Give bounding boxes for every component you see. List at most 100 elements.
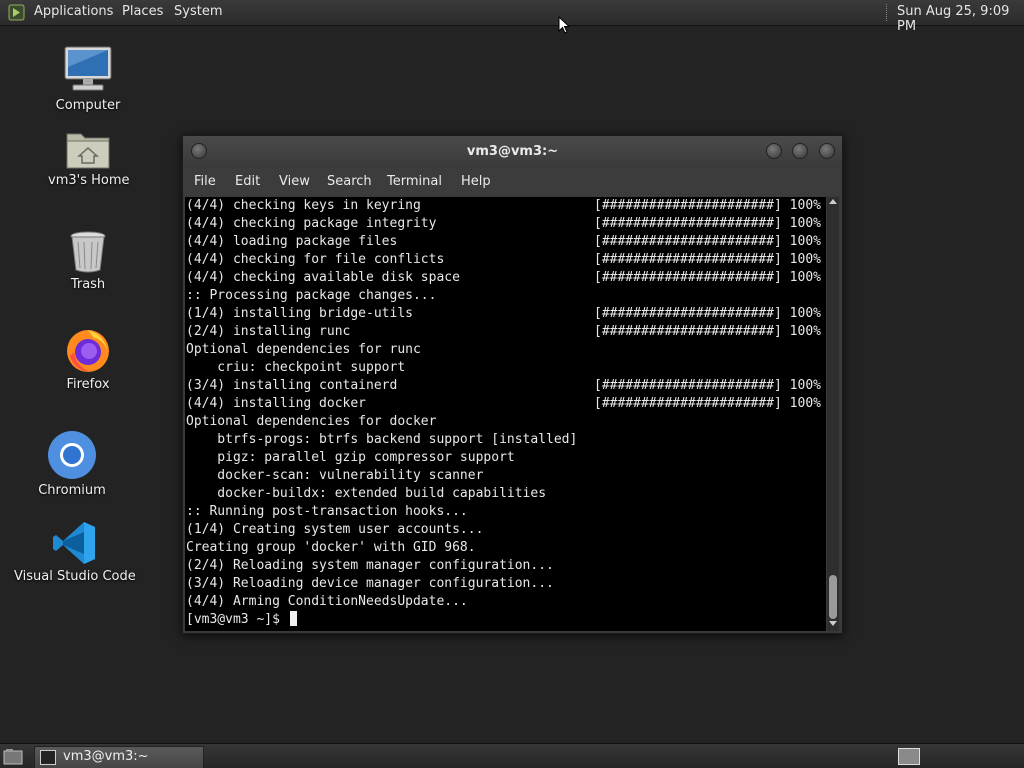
desktop-icon-label: vm3's Home <box>48 173 130 188</box>
bottom-panel: vm3@vm3:~ <box>0 743 1024 768</box>
terminal-lines: (4/4) checking keys in keyring [#########… <box>185 197 826 611</box>
terminal-line-text: docker-scan: vulnerability scanner <box>186 468 484 483</box>
terminal-line-text: btrfs-progs: btrfs backend support [inst… <box>186 432 578 447</box>
progress-bar-text: [######################] 100% <box>594 234 821 249</box>
top-panel: Applications Places System Sun Aug 25, 9… <box>0 0 1024 34</box>
taskbar-window-button[interactable]: vm3@vm3:~ <box>34 746 204 768</box>
desktop-icon-trash[interactable]: Trash <box>52 230 124 292</box>
progress-bar-text: [######################] 100% <box>594 378 821 393</box>
terminal-line: (4/4) loading package files [############… <box>185 233 826 251</box>
terminal-prompt-line[interactable]: [vm3@vm3 ~]$ <box>185 611 826 629</box>
progress-bar-text: [######################] 100% <box>594 252 821 267</box>
menu-help[interactable]: Help <box>461 174 491 189</box>
terminal-line-text: (4/4) checking available disk space <box>186 270 460 285</box>
maximize-button[interactable] <box>792 143 808 159</box>
close-button[interactable] <box>819 143 835 159</box>
desktop-icon-home[interactable]: vm3's Home <box>48 128 130 188</box>
desktop-icon-computer[interactable]: Computer <box>52 45 124 113</box>
progress-bar-text: [######################] 100% <box>594 198 821 213</box>
terminal-output[interactable]: (4/4) checking keys in keyring [#########… <box>185 197 826 631</box>
scrollbar-thumb[interactable] <box>829 575 837 619</box>
progress-bar-text: [######################] 100% <box>594 270 821 285</box>
terminal-line-text: (4/4) loading package files <box>186 234 398 249</box>
terminal-line-text: (4/4) checking package integrity <box>186 216 437 231</box>
terminal-line-text: Creating group 'docker' with GID 968. <box>186 540 476 555</box>
text-cursor <box>289 611 297 626</box>
terminal-line: Optional dependencies for docker <box>185 413 826 431</box>
desktop-icon-label: Firefox <box>66 377 110 392</box>
menu-search[interactable]: Search <box>327 174 372 189</box>
menu-edit[interactable]: Edit <box>235 174 260 189</box>
places-menu[interactable]: Places <box>122 4 163 19</box>
terminal-line: (3/4) Reloading device manager configura… <box>185 575 826 593</box>
terminal-line-text: (1/4) installing bridge-utils <box>186 306 413 321</box>
terminal-line-text: (4/4) checking for file conflicts <box>186 252 445 267</box>
terminal-prompt: [vm3@vm3 ~]$ <box>186 612 288 627</box>
terminal-line: pigz: parallel gzip compressor support <box>185 449 826 467</box>
terminal-line-text: (2/4) installing runc <box>186 324 351 339</box>
scroll-up-arrow-icon[interactable] <box>829 199 837 204</box>
desktop-icon-label: Visual Studio Code <box>14 569 136 584</box>
computer-icon <box>64 46 112 91</box>
terminal-line: (3/4) installing containerd [############… <box>185 377 826 395</box>
terminal-line-text: :: Running post-transaction hooks... <box>186 504 468 519</box>
progress-bar-text: [######################] 100% <box>594 216 821 231</box>
terminal-scrollbar[interactable] <box>827 197 839 631</box>
terminal-line: (4/4) installing docker [################… <box>185 395 826 413</box>
chromium-icon <box>48 431 96 479</box>
terminal-line: :: Processing package changes... <box>185 287 826 305</box>
terminal-line: (2/4) Reloading system manager configura… <box>185 557 826 575</box>
menu-view[interactable]: View <box>279 174 310 189</box>
terminal-line-text: (3/4) Reloading device manager configura… <box>186 576 554 591</box>
scroll-down-arrow-icon[interactable] <box>829 621 837 626</box>
firefox-icon <box>67 330 109 372</box>
desktop-icon-label: Chromium <box>38 483 106 498</box>
menu-terminal[interactable]: Terminal <box>387 174 442 189</box>
panel-separator <box>886 4 889 21</box>
menu-file[interactable]: File <box>194 174 216 189</box>
terminal-line: (4/4) checking for file conflicts [######… <box>185 251 826 269</box>
terminal-line-text: :: Processing package changes... <box>186 288 437 303</box>
window-title: vm3@vm3:~ <box>466 144 559 159</box>
terminal-line: :: Running post-transaction hooks... <box>185 503 826 521</box>
trash-icon <box>70 231 106 273</box>
terminal-line-text: Optional dependencies for runc <box>186 342 421 357</box>
terminal-icon <box>40 750 56 765</box>
vscode-icon <box>53 522 95 564</box>
terminal-line: docker-scan: vulnerability scanner <box>185 467 826 485</box>
window-titlebar[interactable]: vm3@vm3:~ <box>183 136 842 168</box>
terminal-line: (4/4) checking available disk space [####… <box>185 269 826 287</box>
terminal-line: (2/4) installing runc [##################… <box>185 323 826 341</box>
terminal-line-text: (4/4) checking keys in keyring <box>186 198 421 213</box>
desktop-icon-chromium[interactable]: Chromium <box>36 430 108 498</box>
progress-bar-text: [######################] 100% <box>594 324 821 339</box>
terminal-menubar: File Edit View Search Terminal Help <box>183 168 842 196</box>
terminal-line: docker-buildx: extended build capabiliti… <box>185 485 826 503</box>
desktop-icon-label: Computer <box>55 98 121 113</box>
applications-menu-icon[interactable] <box>8 4 25 21</box>
terminal-line-text: criu: checkpoint support <box>186 360 406 375</box>
progress-bar-text: [######################] 100% <box>594 306 821 321</box>
desktop-icon-firefox[interactable]: Firefox <box>52 326 124 392</box>
show-desktop-icon[interactable] <box>3 748 23 765</box>
terminal-line: (4/4) checking package integrity [#######… <box>185 215 826 233</box>
terminal-line: Creating group 'docker' with GID 968. <box>185 539 826 557</box>
desktop-icon-label: Trash <box>70 277 106 292</box>
terminal-line-text: (1/4) Creating system user accounts... <box>186 522 484 537</box>
minimize-button[interactable] <box>766 143 782 159</box>
terminal-line-text: (3/4) installing containerd <box>186 378 398 393</box>
clock[interactable]: Sun Aug 25, 9:09 PM <box>897 4 1024 34</box>
terminal-line-text: pigz: parallel gzip compressor support <box>186 450 515 465</box>
desktop-icon-vscode[interactable]: Visual Studio Code <box>14 520 136 584</box>
terminal-line: (1/4) Creating system user accounts... <box>185 521 826 539</box>
terminal-line: (4/4) checking keys in keyring [#########… <box>185 197 826 215</box>
applications-menu[interactable]: Applications <box>34 4 113 19</box>
terminal-line: (1/4) installing bridge-utils [##########… <box>185 305 826 323</box>
workspace-switcher[interactable] <box>898 748 920 765</box>
terminal-line: btrfs-progs: btrfs backend support [inst… <box>185 431 826 449</box>
system-menu[interactable]: System <box>174 4 222 19</box>
terminal-line-text: (4/4) Arming ConditionNeedsUpdate... <box>186 594 468 609</box>
terminal-line: criu: checkpoint support <box>185 359 826 377</box>
terminal-window[interactable]: vm3@vm3:~ File Edit View Search Terminal… <box>182 135 843 634</box>
mouse-pointer-icon <box>558 16 570 34</box>
